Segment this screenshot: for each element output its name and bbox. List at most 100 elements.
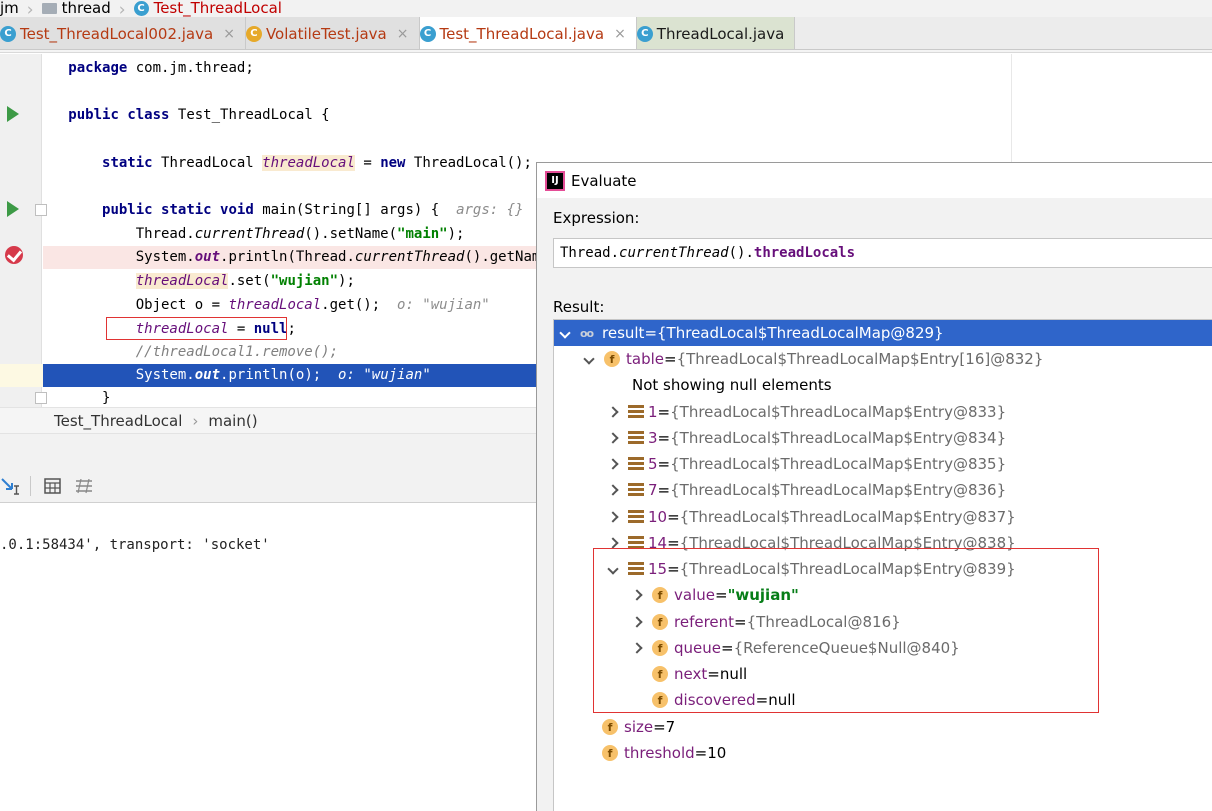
array-element-icon (628, 431, 644, 445)
breadcrumb: jm › thread › C Test_ThreadLocal (0, 0, 1212, 17)
code-text: ); (447, 226, 465, 242)
equals: = (667, 508, 680, 526)
tree-row-entry-7[interactable]: 7 = {ThreadLocal$ThreadLocalMap$Entry@83… (554, 477, 1212, 503)
tab-label: Test_ThreadLocal002.java (20, 24, 214, 43)
var-name: 10 (648, 508, 668, 526)
expr-text: Thread. (560, 245, 620, 261)
code-text: .set( (228, 273, 271, 289)
dialog-title: Evaluate (571, 171, 637, 190)
var-name: threshold (624, 744, 695, 762)
code-text: ; (287, 321, 296, 337)
close-icon[interactable]: × (397, 26, 409, 42)
breadcrumb-item-jm[interactable]: jm (0, 0, 19, 17)
code-text: System. (135, 249, 195, 265)
keyword: new (380, 155, 406, 171)
expand-arrow-icon[interactable] (606, 404, 620, 420)
code-text: ThreadLocal (152, 155, 263, 171)
tree-row-entry-1[interactable]: 1 = {ThreadLocal$ThreadLocalMap$Entry@83… (554, 399, 1212, 425)
folder-icon (41, 3, 57, 14)
expand-arrow-icon[interactable] (606, 509, 620, 525)
tab-test-threadlocal[interactable]: C Test_ThreadLocal.java × (419, 17, 637, 49)
tree-row-entry-10[interactable]: 10 = {ThreadLocal$ThreadLocalMap$Entry@8… (554, 504, 1212, 530)
array-element-icon (628, 405, 644, 419)
tree-row-threshold[interactable]: f threshold = 10 (554, 740, 1212, 766)
expression-input[interactable]: Thread.currentThread().threadLocals (553, 238, 1212, 268)
field-name: out (194, 249, 221, 265)
settings-lines-icon[interactable] (75, 479, 93, 494)
breadcrumb-label: Test_ThreadLocal (153, 0, 282, 17)
current-line-gutter (0, 364, 43, 387)
keyword: package (68, 60, 128, 76)
expression-label: Expression: (553, 209, 640, 227)
breadcrumb-label: jm (0, 0, 19, 17)
var-value: {ThreadLocal$ThreadLocalMap$Entry[16]@83… (676, 350, 1044, 368)
object-icon: oo (580, 326, 594, 340)
run-icon[interactable] (7, 201, 19, 217)
comment: //threadLocal1.remove(); (135, 344, 339, 360)
tab-label: VolatileTest.java (265, 24, 387, 43)
var-value: {ThreadLocal$ThreadLocalMap$Entry@836} (670, 481, 1007, 499)
keyword: void (220, 202, 254, 218)
class-icon: C (133, 1, 149, 16)
tree-row-size[interactable]: f size = 7 (554, 714, 1212, 740)
keyword: static (102, 155, 153, 171)
nav-method-crumb[interactable]: main() (208, 412, 257, 430)
breadcrumb-separator: › (26, 0, 34, 18)
method-name: currentThread (194, 226, 305, 242)
tree-row-entry-3[interactable]: 3 = {ThreadLocal$ThreadLocalMap$Entry@83… (554, 425, 1212, 451)
code-text: ); (338, 273, 355, 289)
tab-threadlocal[interactable]: C ThreadLocal.java (636, 17, 796, 49)
field-icon: f (602, 719, 618, 735)
expand-arrow-icon[interactable] (606, 456, 620, 472)
tab-volatiletest[interactable]: C VolatileTest.java × (245, 17, 420, 49)
code-text: Thread. (135, 226, 195, 242)
tab-label: ThreadLocal.java (656, 24, 785, 43)
code-text: .get(); (321, 297, 398, 313)
var-value: {ThreadLocal$ThreadLocalMap$Entry@835} (670, 455, 1007, 473)
step-cursor-icon[interactable] (0, 476, 20, 496)
close-icon[interactable]: × (614, 26, 626, 42)
tree-row-entry-5[interactable]: 5 = {ThreadLocal$ThreadLocalMap$Entry@83… (554, 451, 1212, 477)
nav-class-crumb[interactable]: Test_ThreadLocal (54, 412, 182, 430)
equals: = (657, 403, 671, 421)
array-element-icon (628, 457, 644, 471)
expr-field: threadLocals (753, 245, 856, 261)
var-name: table (626, 350, 664, 368)
equals: = (644, 324, 658, 342)
var-value: {ThreadLocal$ThreadLocalMap$Entry@834} (670, 429, 1007, 447)
field-name: threadLocal (262, 155, 355, 171)
breadcrumb-item-test-threadlocal[interactable]: C Test_ThreadLocal (133, 0, 282, 17)
var-value: {ThreadLocal$ThreadLocalMap$Entry@833} (670, 403, 1007, 421)
code-text: ThreadLocal(); (405, 155, 532, 171)
expand-arrow-icon[interactable] (606, 482, 620, 498)
table-view-icon[interactable] (44, 478, 61, 494)
equals: = (664, 350, 677, 368)
nav-separator: › (192, 411, 199, 430)
tab-test-threadlocal002[interactable]: C Test_ThreadLocal002.java × (0, 17, 246, 49)
keyword: static (161, 202, 212, 218)
class-icon: C (245, 25, 262, 42)
code-text: Object o = (135, 297, 229, 313)
tree-row-result[interactable]: oo result = {ThreadLocal$ThreadLocalMap@… (554, 320, 1212, 346)
var-name: size (624, 718, 654, 736)
expand-arrow-icon[interactable] (558, 325, 572, 341)
breakpoint-icon[interactable] (5, 246, 23, 264)
run-icon[interactable] (7, 106, 19, 122)
class-icon: C (0, 25, 16, 42)
array-element-icon (628, 483, 644, 497)
equals: = (694, 744, 708, 762)
toolbar-divider (30, 476, 31, 496)
code-text: = (354, 155, 381, 171)
keyword: class (127, 107, 170, 123)
expand-arrow-icon[interactable] (582, 351, 596, 367)
console-output-line: .0.1:58434', transport: 'socket' (0, 537, 270, 553)
breadcrumb-item-thread[interactable]: thread (41, 0, 111, 17)
code-text: ().setName( (304, 226, 398, 242)
expr-text: (). (728, 245, 754, 261)
expand-arrow-icon[interactable] (606, 430, 620, 446)
tree-row-table[interactable]: f table = {ThreadLocal$ThreadLocalMap$En… (554, 346, 1212, 372)
expr-method: currentThread (619, 245, 729, 261)
class-icon: C (636, 25, 653, 42)
dialog-title-bar[interactable]: IJ Evaluate (537, 163, 1212, 198)
close-icon[interactable]: × (223, 26, 235, 42)
